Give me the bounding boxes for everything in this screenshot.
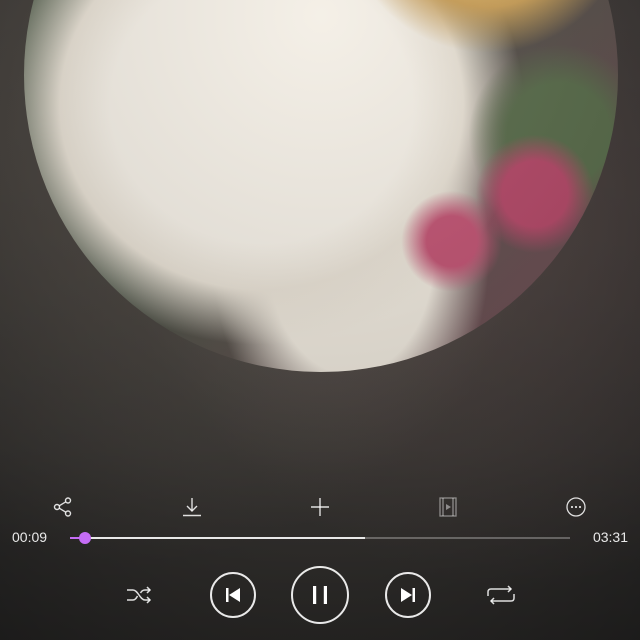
- download-icon: [183, 498, 201, 517]
- current-time: 00:09: [12, 529, 48, 545]
- next-button[interactable]: [385, 572, 431, 618]
- more-icon: [566, 497, 586, 517]
- repeat-button[interactable]: [484, 580, 518, 610]
- mv-button[interactable]: [433, 492, 463, 522]
- pause-icon: [313, 586, 327, 604]
- shuffle-icon: [127, 586, 152, 604]
- previous-icon: [226, 588, 240, 602]
- duration-time: 03:31: [592, 529, 628, 545]
- share-icon: [53, 497, 72, 517]
- mv-video-icon: [439, 497, 457, 517]
- download-button[interactable]: [177, 492, 207, 522]
- album-art: [24, 0, 618, 372]
- more-button[interactable]: [561, 492, 591, 522]
- add-to-playlist-button[interactable]: [305, 492, 335, 522]
- share-button[interactable]: [48, 492, 78, 522]
- add-icon: [311, 498, 329, 516]
- progress-bar[interactable]: [70, 532, 570, 544]
- shuffle-button[interactable]: [124, 580, 154, 610]
- buffered-track: [70, 537, 365, 539]
- progress-thumb[interactable]: [78, 532, 91, 544]
- previous-button[interactable]: [210, 572, 256, 618]
- action-bar: [0, 492, 640, 522]
- album-art-shade: [24, 0, 618, 372]
- pause-button[interactable]: [291, 566, 349, 624]
- transport-controls: [0, 566, 640, 624]
- repeat-icon: [487, 585, 515, 605]
- next-icon: [401, 588, 415, 602]
